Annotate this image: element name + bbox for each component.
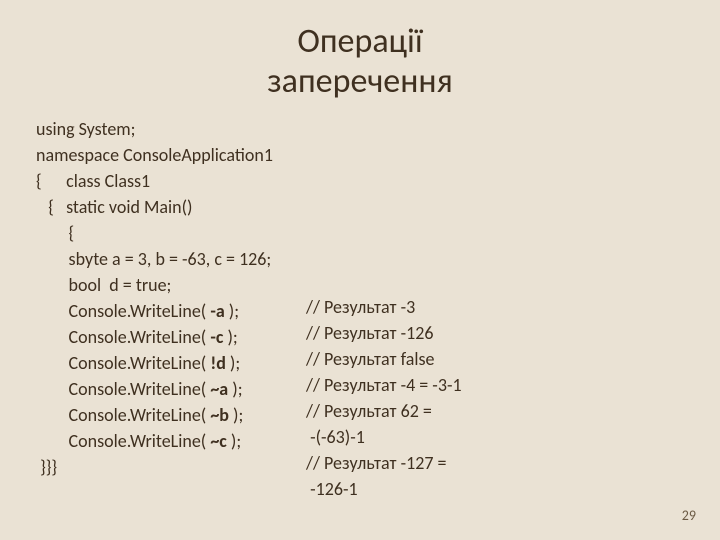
code-line: sbyte a = 3, b = -63, c = 126; xyxy=(36,246,326,272)
code-line: { static void Main() xyxy=(36,194,326,220)
code-line: Console.WriteLine( !d ); xyxy=(36,350,326,376)
comment-line: // Результат -4 = -3-1 xyxy=(306,372,566,398)
title-line-2: заперечення xyxy=(267,61,452,102)
code-line: namespace ConsoleApplication1 xyxy=(36,142,326,168)
comment-line: // Результат 62 = xyxy=(306,398,566,424)
comment-line: // Результат -127 = xyxy=(306,450,566,476)
comment-line: // Результат false xyxy=(306,346,566,372)
code-line: { class Class1 xyxy=(36,168,326,194)
code-line: bool d = true; xyxy=(36,272,326,298)
code-line: Console.WriteLine( ~b ); xyxy=(36,402,326,428)
code-block: using System; namespace ConsoleApplicati… xyxy=(36,116,326,480)
title-line-1: Операції xyxy=(297,21,422,62)
comments-block: // Результат -3 // Результат -126 // Рез… xyxy=(306,294,566,502)
comment-line: // Результат -3 xyxy=(306,294,566,320)
code-line: Console.WriteLine( ~c ); xyxy=(36,428,326,454)
code-line: { xyxy=(36,220,326,246)
comment-line: -126-1 xyxy=(306,476,566,502)
comment-line: // Результат -126 xyxy=(306,320,566,346)
code-line: using System; xyxy=(36,116,326,142)
slide-title: Операції заперечення xyxy=(0,22,720,102)
comment-line: -(-63)-1 xyxy=(306,424,566,450)
page-number: 29 xyxy=(682,507,696,524)
code-line: Console.WriteLine( -a ); xyxy=(36,298,326,324)
code-line: Console.WriteLine( -c ); xyxy=(36,324,326,350)
code-line: Console.WriteLine( ~a ); xyxy=(36,376,326,402)
code-line: }}} xyxy=(36,454,326,480)
